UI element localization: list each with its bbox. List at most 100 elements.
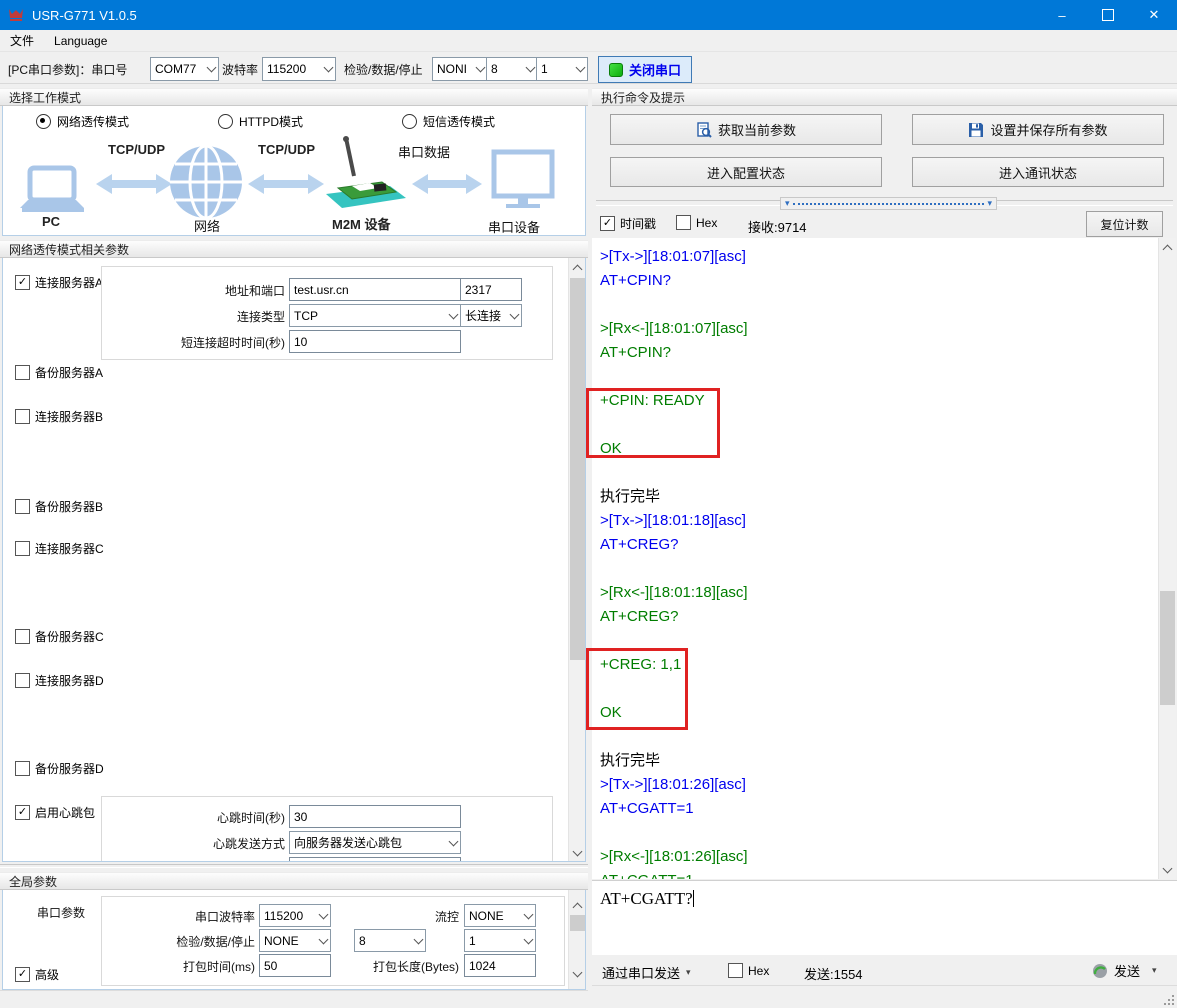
checkbox-server-3[interactable]: 连接服务器C (15, 540, 104, 557)
packtime-input[interactable]: 50 (259, 954, 331, 977)
checkbox-enable-heartbeat[interactable]: ✓ 启用心跳包 (15, 804, 95, 821)
log-line (600, 821, 1158, 845)
g-databits-select[interactable]: 8 (354, 929, 426, 952)
checkbox-timestamp[interactable]: ✓ 时间戳 (600, 215, 656, 232)
scroll-up-icon[interactable] (569, 898, 586, 913)
chevron-down-icon (523, 58, 537, 80)
timeout-label: 短连接超时时间(秒) (123, 334, 285, 351)
flow-select[interactable]: NONE (464, 904, 536, 927)
heartbeat-time-input[interactable]: 30 (289, 805, 461, 828)
send-via-dropdown[interactable]: 通过串口发送 ▾ (602, 963, 691, 982)
save-floppy-icon (968, 122, 984, 138)
server-a-port-input[interactable]: 2317 (460, 278, 522, 301)
pc-icon (20, 168, 84, 212)
checkbox-hex-recv[interactable]: Hex (676, 215, 717, 230)
close-button[interactable]: ✕ (1131, 0, 1177, 30)
set-save-params-button[interactable]: 设置并保存所有参数 (912, 114, 1164, 145)
checkbox-icon: ✓ (15, 275, 30, 290)
checkbox-server-2[interactable]: 备份服务器B (15, 498, 103, 515)
pc-serial-label: [PC串口参数]：串口号 (8, 61, 127, 78)
scroll-down-icon[interactable] (1159, 862, 1176, 877)
checkbox-icon (15, 409, 30, 424)
menu-language[interactable]: Language (44, 30, 117, 52)
enter-comm-state-button[interactable]: 进入通讯状态 (912, 157, 1164, 187)
chevron-down-icon (321, 58, 335, 80)
log-splitter-handle[interactable]: ▾ ▾ (780, 197, 997, 210)
global-scrollbar[interactable] (568, 890, 586, 990)
enter-config-state-button[interactable]: 进入配置状态 (610, 157, 882, 187)
log-scrollbar[interactable] (1158, 238, 1176, 879)
checkbox-icon (728, 963, 743, 978)
network-globe-icon (170, 146, 242, 218)
command-panel-header: 执行命令及提示 (592, 88, 1177, 106)
checkbox-advanced[interactable]: ✓ 高级 (15, 966, 59, 983)
heartbeat-mode-select[interactable]: 向服务器发送心跳包 (289, 831, 461, 854)
checkbox-server-5[interactable]: 连接服务器D (15, 672, 104, 689)
server-a-keepalive-select[interactable]: 长连接 (460, 304, 522, 327)
close-serial-port-button[interactable]: 关闭串口 (598, 56, 692, 83)
checkbox-server-1[interactable]: 连接服务器B (15, 408, 103, 425)
checkbox-icon (15, 499, 30, 514)
server-a-address-input[interactable]: test.usr.cn (289, 278, 461, 301)
arrow-icon (248, 174, 324, 194)
baud-select[interactable]: 115200 (262, 57, 336, 81)
com-port-select[interactable]: COM77 (150, 57, 219, 81)
checkbox-connect-server-a[interactable]: ✓ 连接服务器A (15, 274, 103, 291)
link3-label: 串口数据 (398, 142, 450, 161)
scrollbar-thumb[interactable] (1160, 591, 1175, 705)
send-bar: 通过串口发送 ▾ Hex 发送:1554 发送 ▾ (592, 955, 1177, 985)
link2-label: TCP/UDP (258, 142, 315, 157)
reset-counter-button[interactable]: 复位计数 (1086, 211, 1163, 237)
log-line: AT+CGATT=1 (600, 797, 1158, 821)
heartbeat-extra-input[interactable] (289, 857, 461, 862)
minimize-button[interactable]: – (1039, 0, 1085, 30)
log-output[interactable]: >[Tx->][18:01:07][asc]AT+CPIN? >[Rx<-][1… (592, 238, 1158, 879)
checkbox-icon: ✓ (600, 216, 615, 231)
packlen-input[interactable]: 1024 (464, 954, 536, 977)
menu-file[interactable]: 文件 (0, 30, 44, 52)
checkbox-icon (15, 629, 30, 644)
scroll-down-icon[interactable] (569, 966, 586, 981)
server-a-type-select[interactable]: TCP (289, 304, 461, 327)
chevron-down-icon (316, 905, 330, 926)
net-params-scrollbar[interactable] (568, 258, 586, 862)
work-mode-header: 选择工作模式 (0, 88, 588, 106)
packlen-label: 打包长度(Bytes) (343, 958, 459, 975)
parity-select[interactable]: NONI (432, 57, 488, 81)
log-line: AT+CREG? (600, 533, 1158, 557)
scroll-up-icon[interactable] (569, 260, 586, 275)
radio-sms-mode[interactable]: 短信透传模式 (402, 113, 495, 130)
checkbox-server-6[interactable]: 备份服务器D (15, 760, 104, 777)
send-button[interactable]: 发送 ▾ (1092, 961, 1157, 980)
checkbox-icon: ✓ (15, 967, 30, 982)
radio-icon (36, 114, 51, 129)
send-input[interactable]: AT+CGATT? (592, 880, 1177, 955)
resize-grip[interactable] (1162, 993, 1174, 1005)
scroll-down-icon[interactable] (569, 845, 586, 860)
databits-select[interactable]: 8 (486, 57, 538, 81)
radio-net-transparent-mode[interactable]: 网络透传模式 (36, 113, 129, 130)
checkbox-server-4[interactable]: 备份服务器C (15, 628, 104, 645)
conn-type-label: 连接类型 (123, 308, 285, 325)
g-stopbits-select[interactable]: 1 (464, 929, 536, 952)
scrollbar-thumb[interactable] (570, 915, 585, 931)
maximize-button[interactable] (1085, 0, 1131, 30)
server-a-timeout-input[interactable]: 10 (289, 330, 461, 353)
g-baud-select[interactable]: 115200 (259, 904, 331, 927)
g-parity-select[interactable]: NONE (259, 929, 331, 952)
parity-label: 检验/数据/停止 (344, 61, 423, 78)
text-cursor (693, 890, 694, 907)
scroll-up-icon[interactable] (1159, 240, 1176, 255)
radio-httpd-mode[interactable]: HTTPD模式 (218, 113, 303, 130)
serial-toolbar: [PC串口参数]：串口号 COM77 波特率 115200 检验/数据/停止 N… (0, 52, 1177, 84)
log-line: >[Tx->][18:01:07][asc] (600, 245, 1158, 269)
checkbox-hex-send[interactable]: Hex (728, 963, 769, 978)
log-line: >[Rx<-][18:01:18][asc] (600, 581, 1158, 605)
get-current-params-button[interactable]: 获取当前参数 (610, 114, 882, 145)
chevron-down-icon (411, 930, 425, 951)
scrollbar-thumb[interactable] (570, 278, 585, 660)
section-splitter[interactable] (0, 864, 588, 868)
checkbox-server-0[interactable]: 备份服务器A (15, 364, 103, 381)
log-line: >[Tx->][18:01:26][asc] (600, 773, 1158, 797)
stopbits-select[interactable]: 1 (536, 57, 588, 81)
